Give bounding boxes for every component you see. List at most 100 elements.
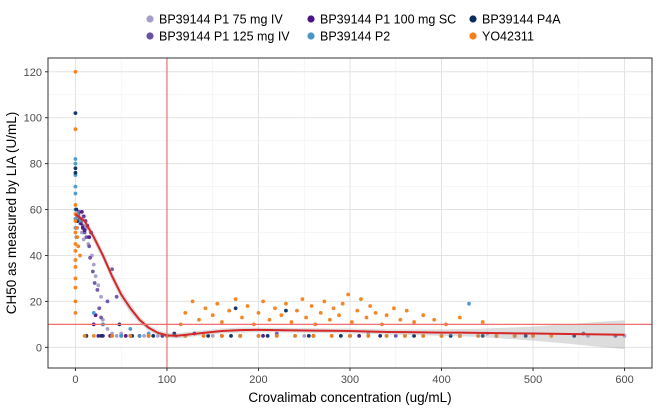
data-point [384, 313, 389, 318]
data-point [91, 262, 96, 267]
data-point [318, 310, 323, 315]
data-point [88, 255, 92, 260]
data-point [359, 297, 363, 302]
data-point [412, 320, 416, 324]
y-tick-label: 80 [30, 159, 42, 171]
legend-item: BP39144 P1 125 mg IV [146, 30, 290, 44]
data-point [256, 310, 261, 315]
data-point [73, 310, 78, 315]
data-point [300, 297, 305, 302]
data-point [73, 191, 78, 196]
y-tick-label: 40 [30, 250, 42, 262]
data-point [366, 333, 371, 338]
data-point [123, 333, 128, 338]
data-point [110, 333, 114, 338]
data-point [99, 333, 103, 338]
data-point [364, 315, 369, 320]
data-point [82, 228, 87, 233]
data-point [265, 333, 270, 338]
data-point [421, 313, 426, 318]
y-tick-label: 100 [24, 113, 42, 125]
data-point [215, 301, 220, 306]
data-point [295, 308, 299, 313]
data-point [245, 304, 250, 308]
data-point [338, 333, 343, 338]
data-point [219, 320, 224, 324]
data-point [480, 320, 485, 324]
legend-key [307, 15, 315, 23]
x-axis-title: Crovalimab concentration (ug/mL) [248, 390, 451, 405]
legend-item: BP39144 P1 100 mg SC [307, 13, 456, 27]
legend-label: BP39144 P1 125 mg IV [159, 30, 290, 44]
y-tick-label: 0 [36, 342, 42, 354]
y-tick-label: 60 [30, 205, 42, 217]
data-point [114, 294, 119, 299]
data-point [92, 281, 97, 285]
legend-label: BP39144 P4A [482, 13, 561, 27]
data-point [95, 288, 100, 292]
data-point [392, 306, 396, 311]
legend-item: BP39144 P1 75 mg IV [146, 13, 283, 27]
data-point [137, 333, 142, 338]
ch50-vs-crovalimab-scatter: 0 100 200 300 400 500 600 0 20 40 60 80 100 120 Croval… [4, 13, 653, 405]
data-point [289, 320, 294, 324]
data-point [73, 285, 78, 290]
data-point [73, 166, 78, 171]
data-point [91, 333, 96, 338]
data-point [128, 333, 133, 338]
data-point [432, 317, 437, 322]
data-point [398, 317, 403, 322]
legend: BP39144 P1 75 mg IV BP39144 P1 125 mg IV B… [146, 13, 561, 44]
data-point [331, 306, 336, 311]
y-tick-label: 20 [30, 296, 42, 308]
data-point [93, 274, 98, 279]
data-point [105, 327, 110, 331]
data-point [404, 308, 409, 313]
data-point [75, 235, 80, 240]
data-point [119, 333, 124, 338]
data-point [219, 333, 224, 338]
y-axis-title: CH50 as measured by LIA (U/mL) [4, 112, 19, 315]
data-point [302, 333, 307, 338]
data-point [73, 248, 78, 253]
data-point [90, 269, 95, 274]
data-point [73, 157, 78, 161]
x-tick-label: 400 [432, 374, 450, 386]
data-point [306, 333, 311, 338]
data-point [183, 310, 188, 315]
data-point [87, 244, 92, 249]
data-point [97, 306, 102, 311]
data-point [73, 230, 78, 235]
data-point [384, 333, 389, 338]
data-point [273, 306, 277, 311]
data-point [203, 306, 208, 311]
data-point [73, 161, 78, 166]
legend-label: BP39144 P1 75 mg IV [159, 13, 283, 27]
data-point [261, 299, 265, 304]
data-point [322, 299, 327, 304]
data-point [279, 313, 284, 318]
data-point [128, 327, 133, 331]
data-point [327, 317, 332, 322]
data-point [293, 333, 297, 338]
data-point [284, 301, 288, 306]
data-point [73, 265, 78, 269]
data-point [309, 304, 314, 308]
x-tick-label: 200 [249, 374, 267, 386]
data-point [142, 333, 146, 338]
legend-label: BP39144 P2 [320, 30, 390, 44]
legend-key [146, 32, 154, 40]
legend-key [469, 32, 477, 40]
legend-key [469, 15, 477, 23]
data-point [233, 297, 238, 302]
data-point [73, 258, 78, 262]
legend-item: BP39144 P4A [469, 13, 561, 27]
data-point [73, 203, 78, 207]
data-point [190, 299, 195, 304]
data-point [227, 308, 232, 313]
data-point [73, 69, 78, 74]
chart-container: 0 100 200 300 400 500 600 0 20 40 60 80 100 120 Croval… [0, 0, 660, 412]
data-point [240, 315, 244, 320]
data-point [99, 315, 103, 320]
data-point [96, 283, 101, 288]
